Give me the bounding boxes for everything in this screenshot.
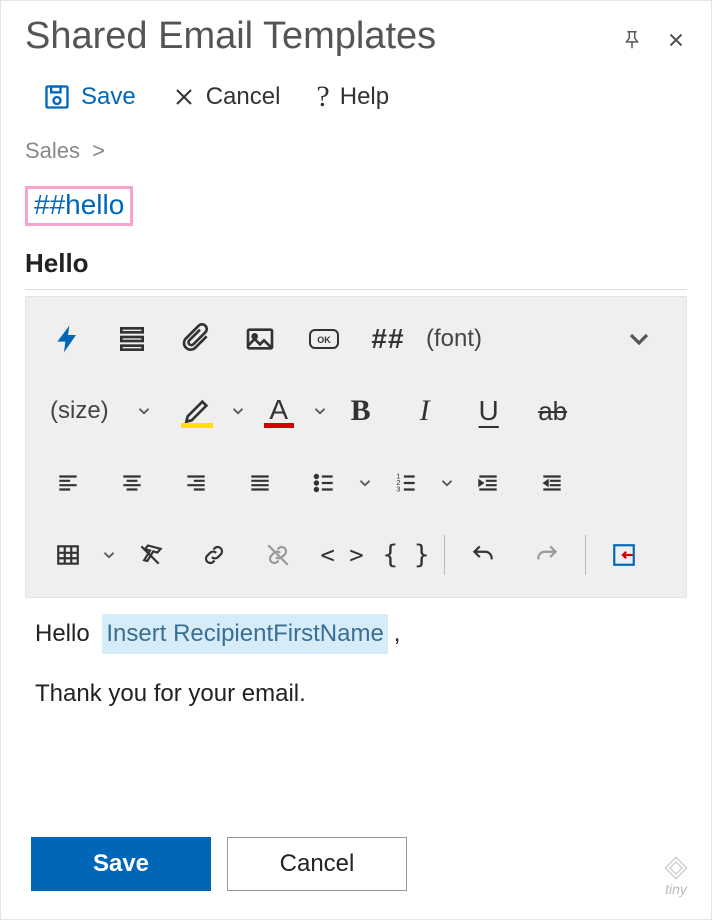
source-code-button[interactable]: < > [318,531,366,579]
cmd-cancel-label: Cancel [206,83,281,111]
greeting-prefix: Hello [35,620,90,647]
outdent-button[interactable] [528,459,576,507]
dataset-icon[interactable] [108,315,156,363]
svg-text:3: 3 [396,485,400,494]
toolbar-row-4: < > { } [36,519,676,591]
font-color-button[interactable]: A [255,387,303,435]
tiny-logo: tiny [663,855,689,897]
number-list-button[interactable]: 1 2 3 [382,459,430,507]
bullet-list-button[interactable] [300,459,348,507]
crumb-root[interactable]: Sales [25,138,80,163]
bullet-dropdown-icon[interactable] [356,474,374,492]
highlight-dropdown-icon[interactable] [229,402,247,420]
cmd-save-label: Save [81,83,136,111]
font-size-select[interactable]: (size) [44,397,115,425]
toolbar-row-2: (size) A B I U ab [36,375,676,447]
close-icon[interactable] [665,29,687,51]
header: Shared Email Templates [1,1,711,58]
save-button[interactable]: Save [31,837,211,891]
editor-toolbar: OK ## (font) (size) A [25,296,687,598]
cmd-help[interactable]: ? Help [316,80,389,114]
cancel-button[interactable]: Cancel [227,837,407,891]
align-center-button[interactable] [108,459,156,507]
button-bar: Save Cancel [31,837,407,891]
indent-button[interactable] [464,459,512,507]
table-dropdown-icon[interactable] [100,546,118,564]
font-color-dropdown-icon[interactable] [311,402,329,420]
body-line-2: Thank you for your email. [35,676,687,712]
template-shortcut[interactable]: ##hello [25,186,133,226]
svg-text:OK: OK [317,335,331,345]
toolbar-divider-2 [585,535,586,575]
toolbar-divider [444,535,445,575]
highlight-color-button[interactable] [173,387,221,435]
hash-macro-icon[interactable]: ## [364,315,412,363]
underline-button[interactable]: U [465,387,513,435]
align-left-button[interactable] [44,459,92,507]
font-family-select[interactable]: (font) [420,325,488,353]
crumb-sep: > [86,138,105,163]
insert-into-template-button[interactable] [600,531,648,579]
table-button[interactable] [44,531,92,579]
bold-button[interactable]: B [337,387,385,435]
editor-body[interactable]: Hello Insert RecipientFirstName, Thank y… [35,614,687,712]
cmd-save[interactable]: Save [43,83,136,111]
toolbar-expand[interactable] [620,315,668,363]
clear-format-button[interactable] [126,531,174,579]
italic-button[interactable]: I [401,387,449,435]
align-justify-button[interactable] [236,459,284,507]
help-icon: ? [316,80,329,114]
attachment-icon[interactable] [172,315,220,363]
body-line-1: Hello Insert RecipientFirstName, [35,614,687,654]
link-button[interactable] [190,531,238,579]
toolbar-row-3: 1 2 3 [36,447,676,519]
breadcrumb: Sales > [1,126,711,174]
strike-button[interactable]: ab [529,387,577,435]
cmd-cancel[interactable]: Cancel [172,83,281,111]
command-bar: Save Cancel ? Help [1,58,711,126]
number-dropdown-icon[interactable] [438,474,456,492]
unlink-button[interactable] [254,531,302,579]
undo-button[interactable] [459,531,507,579]
greeting-suffix: , [394,620,401,647]
macro-button[interactable] [44,315,92,363]
braces-button[interactable]: { } [382,531,430,579]
redo-button[interactable] [523,531,571,579]
toolbar-row-1: OK ## (font) [36,303,676,375]
header-actions [621,23,687,51]
align-right-button[interactable] [172,459,220,507]
app-title: Shared Email Templates [25,15,436,58]
template-name-field[interactable]: Hello [25,248,687,290]
ok-field-icon[interactable]: OK [300,315,348,363]
macro-chip[interactable]: Insert RecipientFirstName [102,614,387,654]
size-dropdown-icon[interactable] [135,402,153,420]
image-icon[interactable] [236,315,284,363]
pin-icon[interactable] [621,29,643,51]
cmd-help-label: Help [340,83,389,111]
